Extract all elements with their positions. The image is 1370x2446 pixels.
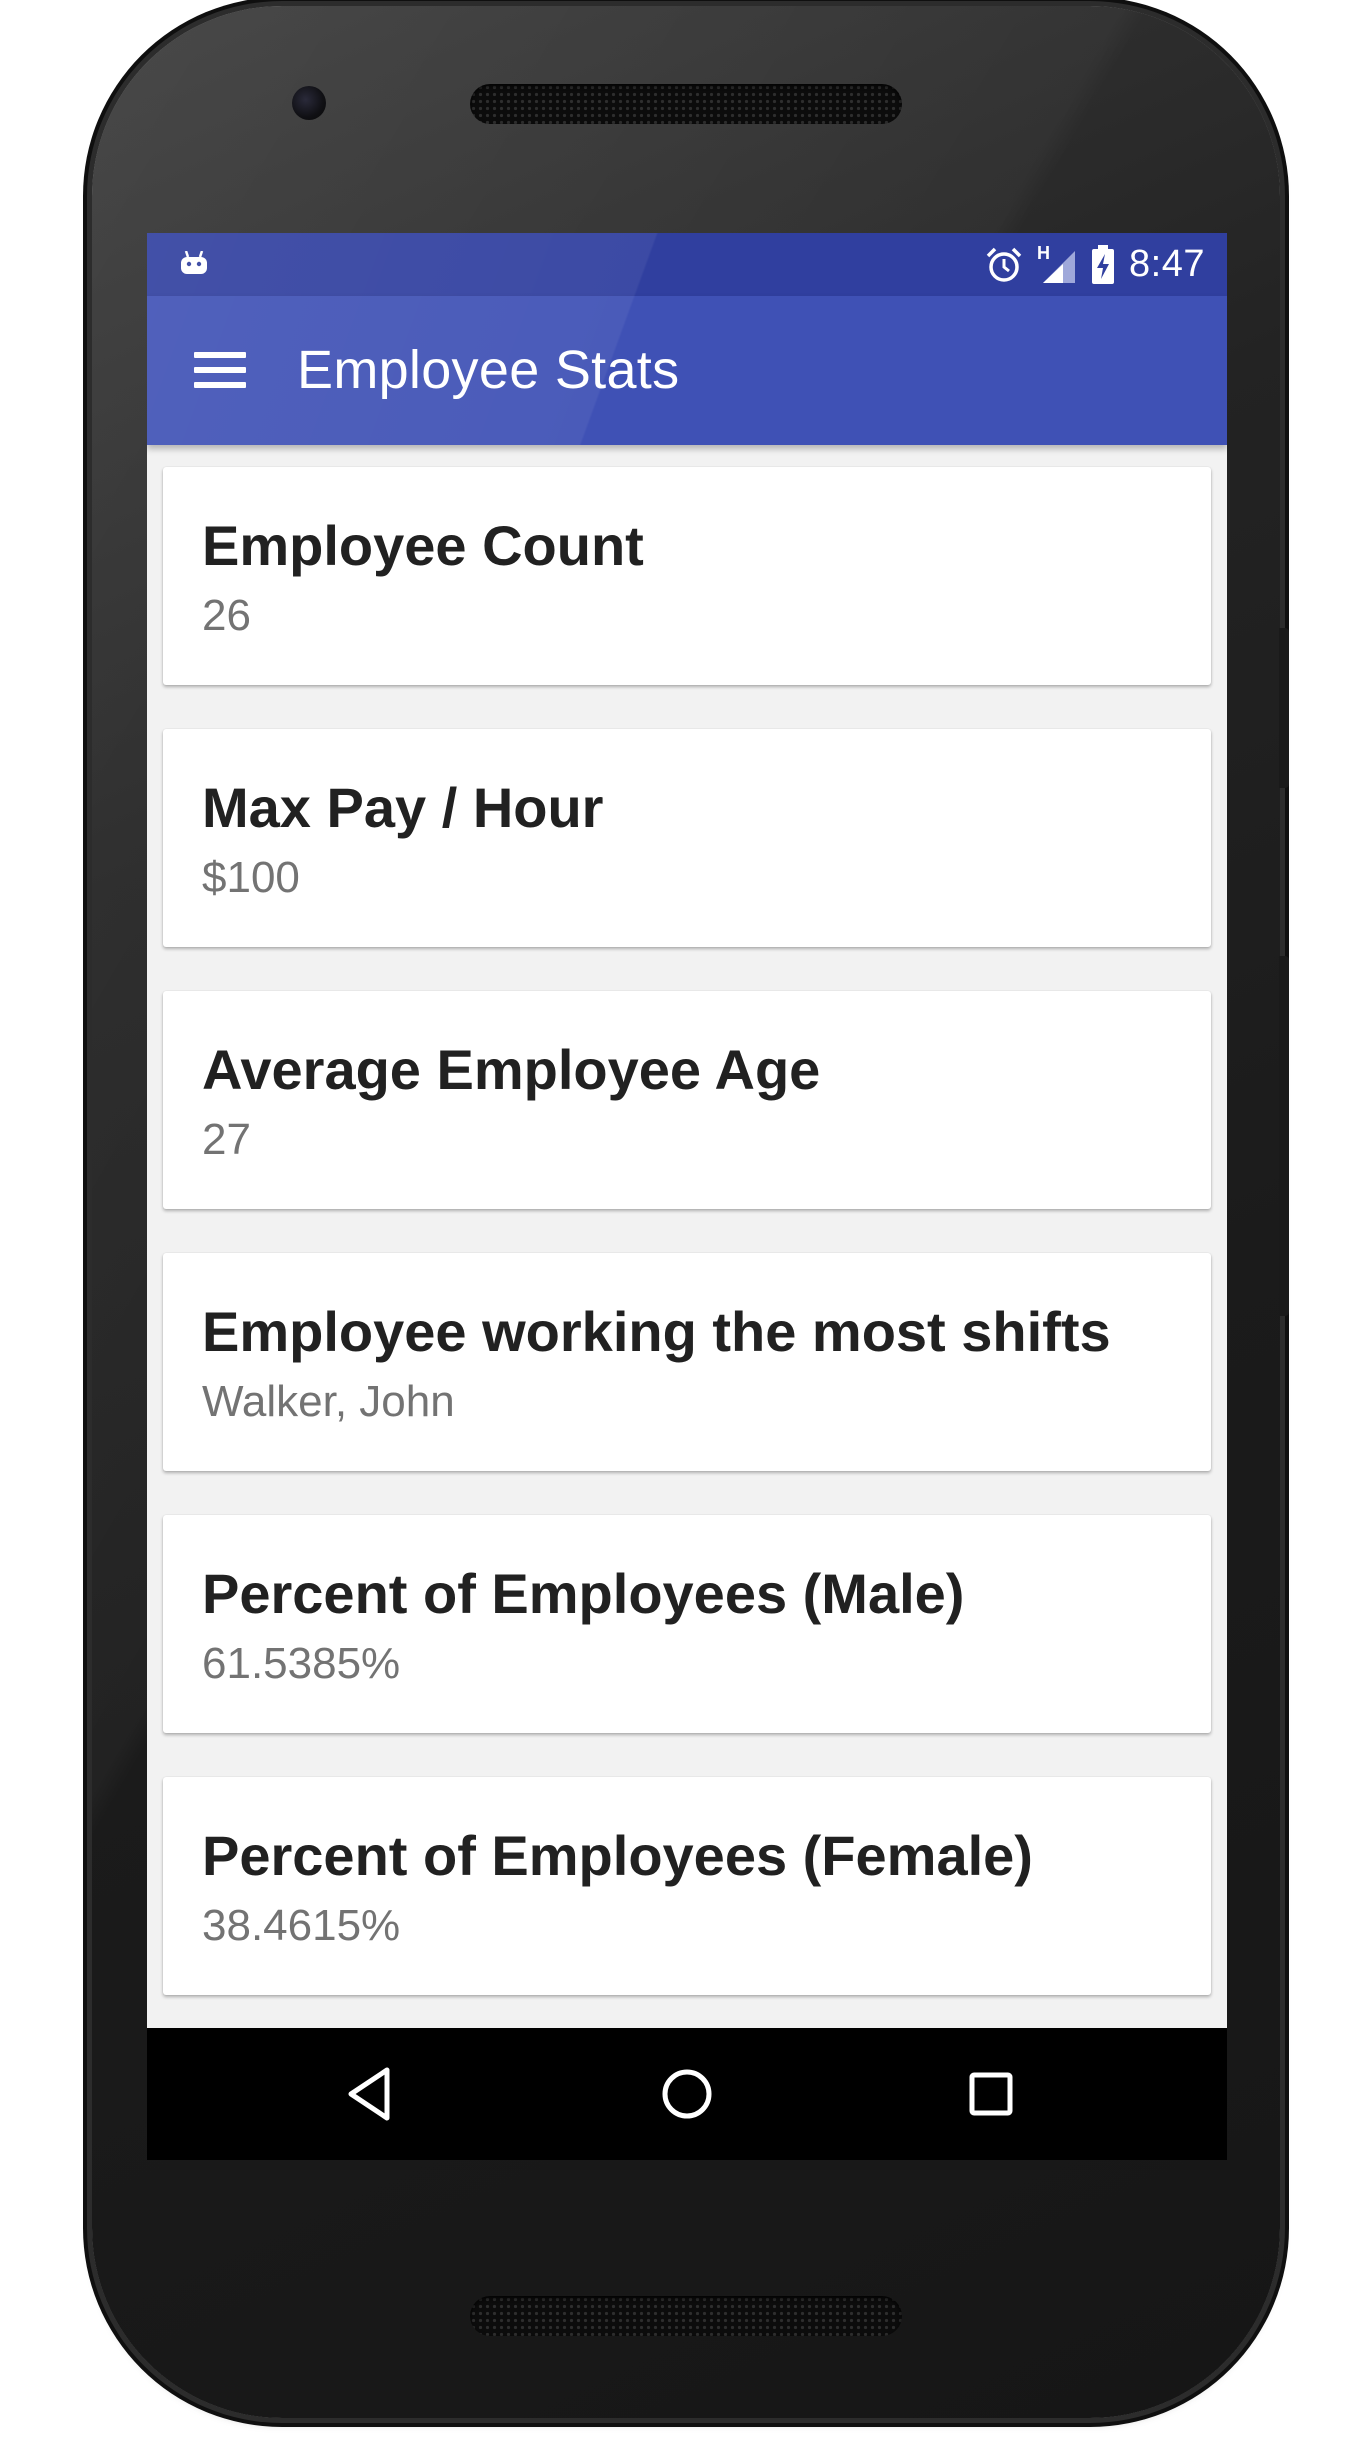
hamburger-menu-icon[interactable]: [194, 348, 246, 392]
power-button[interactable]: [1279, 628, 1289, 788]
app-toolbar: Employee Stats: [147, 296, 1227, 445]
stat-value: 61.5385%: [202, 1639, 401, 1688]
back-icon[interactable]: [337, 2058, 409, 2130]
stat-card-percent-male[interactable]: Percent of Employees (Male) 61.5385%: [163, 1515, 1211, 1733]
recents-icon[interactable]: [955, 2058, 1027, 2130]
stat-title: Percent of Employees (Female): [202, 1824, 1033, 1887]
stat-title: Percent of Employees (Male): [202, 1562, 965, 1625]
app-screen: H 8:47 Employee Stats Employee Count 26 …: [147, 233, 1227, 2160]
stat-value: 26: [202, 591, 251, 640]
front-camera: [292, 86, 326, 120]
stat-value: 38.4615%: [202, 1901, 401, 1950]
stat-card-most-shifts[interactable]: Employee working the most shifts Walker,…: [163, 1253, 1211, 1471]
system-navigation-bar: [147, 2028, 1227, 2160]
stat-value: Walker, John: [202, 1377, 455, 1426]
bottom-speaker-grille: [470, 2296, 902, 2336]
home-icon[interactable]: [651, 2058, 723, 2130]
stat-title: Average Employee Age: [202, 1038, 821, 1101]
android-debug-icon: [181, 251, 207, 274]
signal-icon: [1043, 250, 1076, 283]
signal-indicator: H: [1037, 243, 1077, 285]
stats-list[interactable]: Employee Count 26 Max Pay / Hour $100 Av…: [147, 445, 1227, 2028]
volume-button[interactable]: [1279, 956, 1289, 1316]
stat-card-employee-count[interactable]: Employee Count 26: [163, 467, 1211, 685]
page-title: Employee Stats: [297, 340, 680, 400]
phone-frame: H 8:47 Employee Stats Employee Count 26 …: [92, 6, 1289, 2418]
stat-value: $100: [202, 853, 300, 902]
alarm-icon: [986, 247, 1022, 282]
stat-card-average-age[interactable]: Average Employee Age 27: [163, 991, 1211, 1209]
top-speaker-grille: [470, 84, 902, 124]
battery-charging-icon: [1092, 244, 1115, 284]
status-time: 8:47: [1129, 243, 1205, 285]
stat-value: 27: [202, 1115, 251, 1164]
status-icons: H 8:47: [985, 233, 1205, 296]
stat-title: Employee working the most shifts: [202, 1300, 1111, 1363]
stat-card-max-pay[interactable]: Max Pay / Hour $100: [163, 729, 1211, 947]
stat-title: Max Pay / Hour: [202, 776, 604, 839]
stat-title: Employee Count: [202, 514, 644, 577]
stat-card-percent-female[interactable]: Percent of Employees (Female) 38.4615%: [163, 1777, 1211, 1995]
status-bar: H 8:47: [147, 233, 1227, 296]
